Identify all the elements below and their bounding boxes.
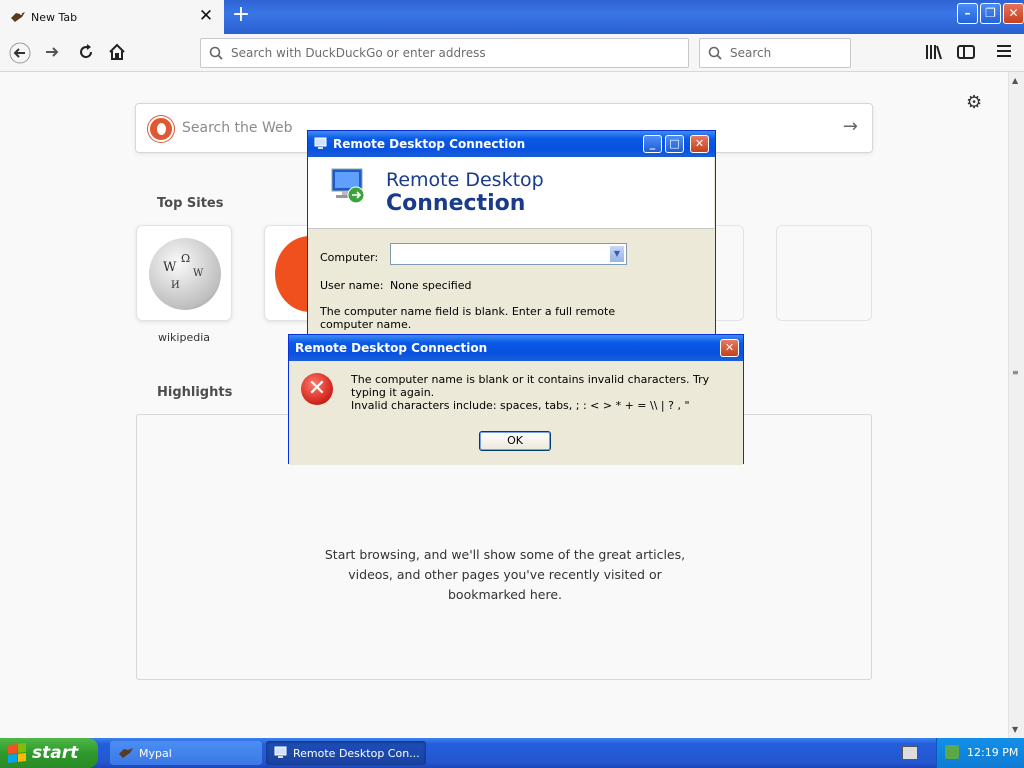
computer-label: Computer: (320, 251, 379, 264)
scroll-down-icon[interactable]: ▼ (1012, 725, 1018, 734)
top-site-tile-empty (776, 225, 872, 321)
new-tab-button[interactable]: + (230, 4, 252, 27)
error-detail: Invalid characters include: spaces, tabs… (351, 399, 690, 412)
maximize-button[interactable]: □ (665, 135, 684, 153)
username-value: None specified (390, 279, 472, 292)
taskbar: start Mypal Remote Desktop Con... 12:19 … (0, 738, 1024, 768)
search-icon (209, 46, 223, 60)
navigation-toolbar: Search with DuckDuckGo or enter address … (0, 34, 1024, 72)
close-tab-icon[interactable]: ✕ (198, 8, 214, 25)
bird-favicon-icon (11, 12, 25, 22)
search-bar-placeholder: Search (730, 46, 772, 60)
rdc-window: Remote Desktop Connection _ □ ✕ Remote D… (307, 130, 716, 339)
sidebar-icon[interactable] (956, 44, 976, 62)
arrow-right-icon[interactable]: → (843, 116, 858, 137)
back-arrow-icon (9, 42, 31, 64)
rdc-title: Remote Desktop Connection (333, 137, 526, 151)
rdc-titlebar[interactable]: Remote Desktop Connection _ □ ✕ (308, 131, 715, 157)
library-icon[interactable] (924, 44, 944, 62)
rdc-banner: Remote Desktop Connection (308, 157, 714, 229)
username-label: User name: (320, 279, 384, 292)
top-site-tile-wikipedia[interactable]: W Ω W И (136, 225, 232, 321)
network-icon[interactable] (945, 745, 959, 759)
error-titlebar[interactable]: Remote Desktop Connection ✕ (289, 335, 743, 361)
remote-desktop-icon (314, 137, 327, 149)
vertical-scrollbar[interactable]: ▲ ≡ ▼ (1008, 72, 1024, 738)
remote-desktop-icon (274, 746, 287, 758)
close-button[interactable]: ✕ (720, 339, 739, 357)
top-site-label: wikipedia (157, 331, 210, 344)
minimize-window-button[interactable]: – (957, 3, 978, 24)
system-tray: 12:19 PM (936, 738, 1024, 768)
highlights-title: Highlights (157, 385, 233, 400)
start-button[interactable]: start (0, 738, 98, 768)
chevron-down-icon[interactable]: ▼ (609, 245, 625, 263)
hamburger-menu-icon[interactable] (994, 44, 1014, 62)
search-icon (708, 46, 722, 60)
address-bar-placeholder: Search with DuckDuckGo or enter address (231, 46, 486, 60)
wikipedia-globe-icon: W Ω W И (149, 238, 221, 310)
task-label: Remote Desktop Con... (293, 746, 420, 760)
home-icon (109, 43, 125, 60)
scroll-up-icon[interactable]: ▲ (1012, 76, 1018, 85)
task-label: Mypal (139, 746, 172, 760)
remote-desktop-monitor-icon (331, 168, 365, 204)
tab-strip: New Tab ✕ + – ❐ ✕ (0, 0, 1024, 34)
tab-new-tab[interactable]: New Tab ✕ (0, 0, 224, 34)
minimize-button[interactable]: _ (643, 135, 662, 153)
taskbar-item-remote-desktop[interactable]: Remote Desktop Con... (266, 741, 426, 765)
duckduckgo-icon (148, 116, 174, 142)
close-button[interactable]: ✕ (690, 135, 709, 153)
start-label: start (32, 743, 79, 763)
error-title: Remote Desktop Connection (295, 341, 488, 355)
rdc-banner-line1: Remote Desktop (386, 169, 544, 191)
top-sites-title: Top Sites (157, 196, 224, 211)
rdc-hint: The computer name field is blank. Enter … (320, 305, 616, 331)
rdc-banner-line2: Connection (386, 191, 526, 216)
back-button[interactable] (8, 42, 32, 64)
restore-window-button[interactable]: ❐ (980, 3, 1001, 24)
web-search-placeholder: Search the Web (182, 120, 293, 136)
forward-arrow-icon (46, 47, 59, 57)
mypal-icon (119, 748, 133, 758)
keyboard-icon[interactable] (902, 746, 918, 760)
error-dialog: Remote Desktop Connection ✕ ✕ The comput… (288, 334, 744, 465)
close-window-button[interactable]: ✕ (1003, 3, 1024, 24)
clock[interactable]: 12:19 PM (967, 746, 1018, 759)
gear-icon[interactable]: ⚙ (966, 92, 982, 113)
highlights-empty-line: Start browsing, and we'll show some of t… (324, 547, 686, 562)
tab-title: New Tab (31, 10, 78, 24)
error-icon: ✕ (301, 373, 333, 405)
reload-icon (80, 44, 93, 59)
forward-button[interactable] (40, 42, 64, 64)
windows-flag-icon (8, 743, 26, 763)
search-bar[interactable]: Search (699, 38, 851, 68)
highlights-empty-line: videos, and other pages you've recently … (348, 567, 662, 582)
address-bar[interactable]: Search with DuckDuckGo or enter address (200, 38, 689, 68)
highlights-empty-line: bookmarked here. (448, 587, 562, 602)
scroll-thumb-icon[interactable]: ≡ (1012, 368, 1019, 377)
error-message: The computer name is blank or it contain… (351, 373, 710, 399)
window-controls: – ❐ ✕ (957, 3, 1024, 24)
home-button[interactable] (105, 42, 129, 64)
computer-combobox[interactable]: ▼ (390, 243, 627, 265)
highlights-empty-message: Start browsing, and we'll show some of t… (137, 545, 873, 605)
ok-button[interactable]: OK (479, 431, 551, 451)
taskbar-item-mypal[interactable]: Mypal (110, 741, 262, 765)
error-body: ✕ The computer name is blank or it conta… (289, 361, 743, 465)
rdc-form: Computer: ▼ User name: None specified Th… (308, 229, 714, 339)
reload-button[interactable] (74, 42, 98, 64)
